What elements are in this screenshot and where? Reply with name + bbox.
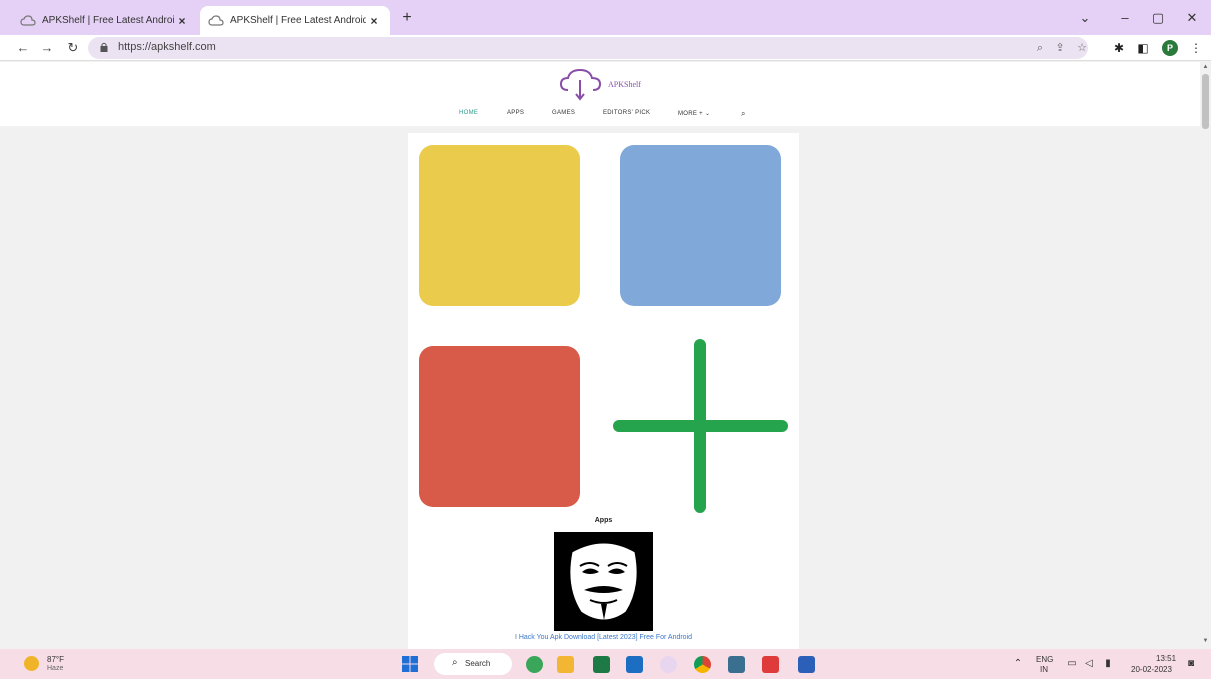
speaker-icon[interactable]: ◁	[1083, 658, 1095, 670]
nav-editors-pick[interactable]: EDITORS' PICK	[603, 110, 650, 116]
search-icon[interactable]: ⌕	[741, 109, 746, 119]
page-scrollbar[interactable]: ▲ ▼	[1200, 62, 1211, 649]
app-title-link[interactable]: I Hack You Apk Download [Latest 2023] Fr…	[408, 634, 799, 641]
word-icon[interactable]	[798, 656, 815, 673]
scroll-up-icon[interactable]: ▲	[1200, 62, 1211, 72]
nav-games[interactable]: GAMES	[552, 110, 575, 116]
notification-icon[interactable]: ◙	[1185, 658, 1197, 670]
sidepanel-icon[interactable]: ◧	[1134, 39, 1152, 57]
nav-more[interactable]: MORE + ⌄	[678, 110, 710, 117]
app-icon[interactable]	[728, 656, 745, 673]
excel-icon[interactable]	[593, 656, 610, 673]
weather-temp[interactable]: 87°F	[47, 655, 64, 664]
site-header: APKShelf HOME APPS GAMES EDITORS' PICK M…	[0, 62, 1200, 126]
web-page: APKShelf HOME APPS GAMES EDITORS' PICK M…	[0, 62, 1200, 649]
wps-office-icon[interactable]	[762, 656, 779, 673]
main-nav: HOME APPS GAMES EDITORS' PICK MORE + ⌄ ⌕	[0, 109, 1200, 122]
language-top[interactable]: ENG	[1036, 655, 1053, 664]
menu-icon[interactable]: ⋮	[1187, 39, 1205, 57]
url-text: https://apkshelf.com	[118, 41, 216, 53]
clock-time[interactable]: 13:51	[1156, 654, 1176, 663]
cloud-icon	[208, 14, 224, 26]
slack-icon[interactable]	[660, 656, 677, 673]
search-icon: ⌕	[452, 657, 458, 668]
reload-icon[interactable]: ↻	[64, 39, 82, 57]
site-logo-text[interactable]: APKShelf	[608, 80, 641, 89]
main-content: Apps I Hack You Apk Download [Latest 202…	[408, 133, 799, 649]
display-icon[interactable]: ▭	[1066, 658, 1078, 670]
extensions-icon[interactable]: ✱	[1110, 39, 1128, 57]
address-bar[interactable]: https://apkshelf.com ⌕ ⇪ ☆	[88, 37, 1088, 59]
nav-apps[interactable]: APPS	[507, 110, 524, 116]
browser-toolbar: ← → ↻ https://apkshelf.com ⌕ ⇪ ☆ ✱ ◧ P ⋮	[0, 35, 1211, 61]
plus-icon-horizontal[interactable]	[613, 420, 788, 432]
cloud-icon	[20, 14, 36, 26]
close-tab-icon[interactable]: ×	[366, 14, 382, 28]
blue-tile[interactable]	[620, 145, 781, 306]
file-explorer-icon[interactable]	[557, 656, 574, 673]
profile-avatar[interactable]: P	[1162, 40, 1178, 56]
weather-icon[interactable]	[24, 656, 39, 671]
tab-title: APKShelf | Free Latest Android A	[42, 15, 174, 26]
close-icon[interactable]: ✕	[1182, 9, 1202, 27]
new-tab-button[interactable]: +	[398, 9, 416, 27]
tab-title: APKShelf | Free Latest Android A	[230, 15, 366, 26]
lock-icon	[100, 42, 108, 52]
scroll-down-icon[interactable]: ▼	[1200, 636, 1211, 646]
back-icon[interactable]: ←	[14, 39, 32, 57]
chevron-up-icon[interactable]: ⌃	[1012, 658, 1024, 670]
browser-tab[interactable]: APKShelf | Free Latest Android A ×	[12, 6, 198, 35]
clock-date[interactable]: 20-02-2023	[1131, 665, 1172, 674]
zoom-icon[interactable]: ⌕	[1032, 40, 1048, 56]
language-bottom[interactable]: IN	[1040, 665, 1048, 674]
windows-taskbar: 87°F Haze ⌕ Search ⌃ ENG IN ▭ ◁ ▮ 13:51 …	[0, 649, 1211, 679]
taskbar-search[interactable]: ⌕ Search	[434, 653, 512, 675]
windows-start-icon[interactable]	[402, 656, 418, 672]
star-icon[interactable]: ☆	[1074, 40, 1090, 56]
widgets-icon[interactable]	[526, 656, 543, 673]
yellow-tile[interactable]	[419, 145, 580, 306]
red-tile[interactable]	[419, 346, 580, 507]
tab-strip: APKShelf | Free Latest Android A × APKSh…	[0, 0, 1211, 35]
close-tab-icon[interactable]: ×	[174, 14, 190, 28]
share-icon[interactable]: ⇪	[1052, 40, 1068, 56]
chrome-icon[interactable]	[694, 656, 711, 673]
weather-desc[interactable]: Haze	[47, 665, 63, 672]
outlook-icon[interactable]	[626, 656, 643, 673]
scroll-thumb[interactable]	[1202, 74, 1209, 129]
app-thumbnail[interactable]	[554, 532, 653, 631]
nav-home[interactable]: HOME	[459, 110, 478, 116]
section-title: Apps	[594, 517, 613, 524]
minimize-icon[interactable]: –	[1115, 9, 1135, 27]
restore-icon[interactable]: ▢	[1148, 9, 1168, 27]
forward-icon[interactable]: →	[38, 39, 56, 57]
browser-tab-active[interactable]: APKShelf | Free Latest Android A ×	[200, 6, 390, 35]
battery-icon[interactable]: ▮	[1102, 658, 1114, 670]
search-label: Search	[465, 659, 491, 668]
chevron-down-icon[interactable]: ⌄	[1075, 9, 1095, 27]
